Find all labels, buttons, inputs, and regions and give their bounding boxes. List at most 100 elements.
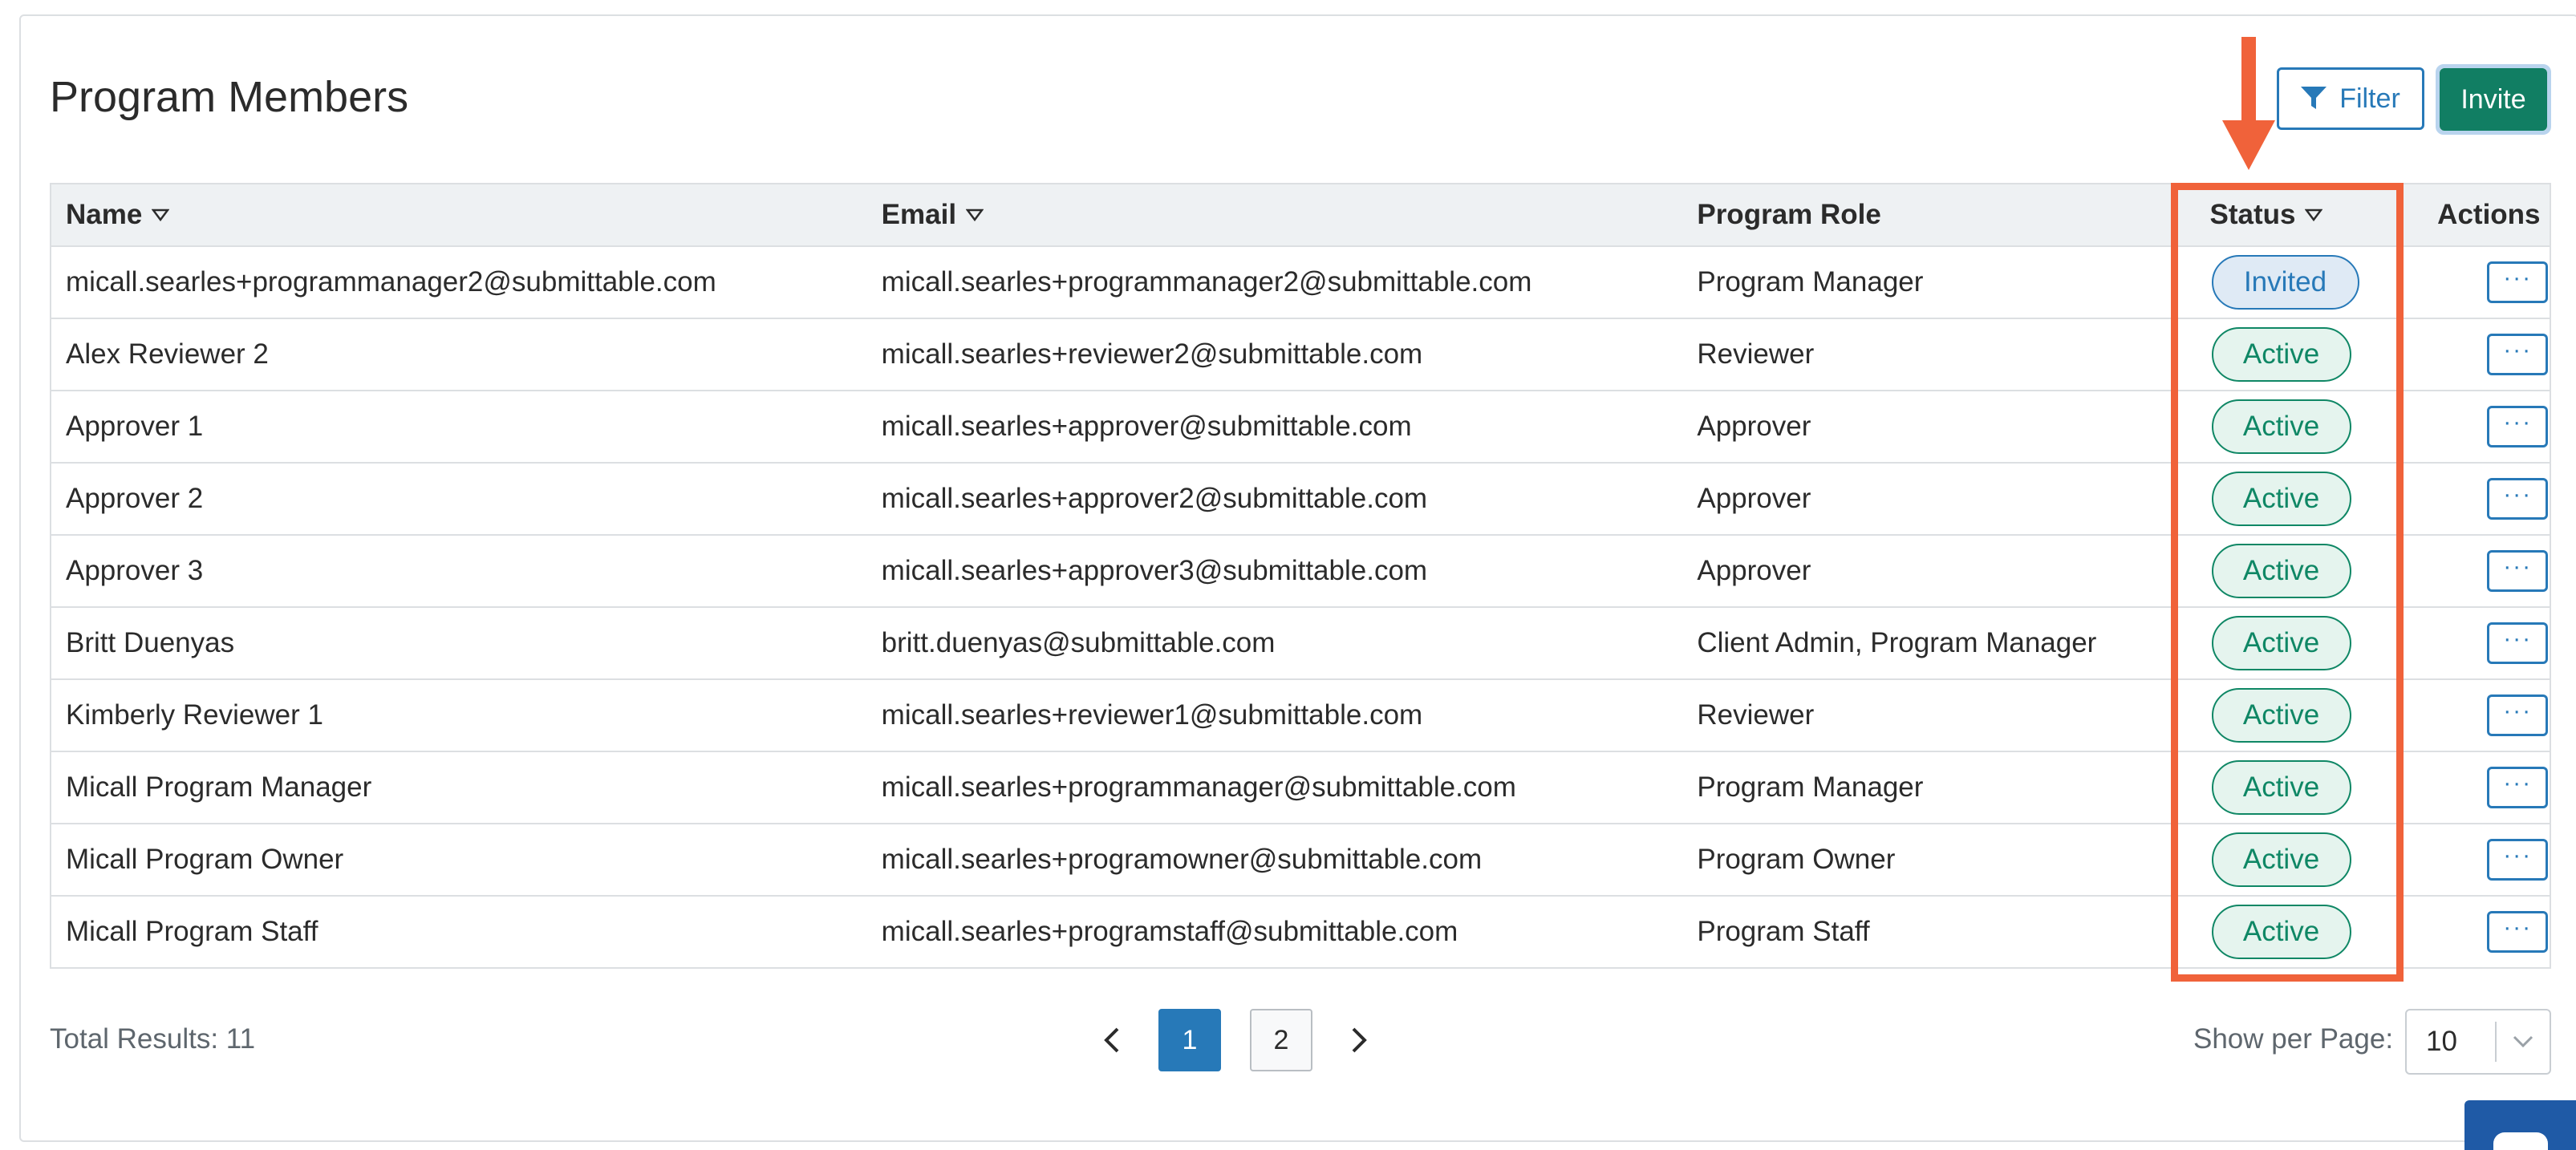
table-row: Britt Duenyas britt.duenyas@submittable.… bbox=[51, 608, 2550, 680]
per-page-select[interactable]: 10 bbox=[2405, 1009, 2551, 1075]
actions-cell: ··· bbox=[2413, 767, 2550, 808]
column-header-role: Program Role bbox=[1682, 199, 2195, 231]
member-role: Approver bbox=[1697, 555, 1811, 586]
row-actions-button[interactable]: ··· bbox=[2487, 406, 2549, 447]
table-row: Approver 1 micall.searles+approver@submi… bbox=[51, 391, 2550, 464]
members-table: Name Email Program Role Status Actions m… bbox=[50, 183, 2551, 969]
member-name: Kimberly Reviewer 1 bbox=[66, 699, 323, 731]
member-role: Approver bbox=[1697, 483, 1811, 514]
table-row: Alex Reviewer 2 micall.searles+reviewer2… bbox=[51, 319, 2550, 391]
invite-button-focus-ring: Invite bbox=[2436, 64, 2551, 135]
row-actions-button[interactable]: ··· bbox=[2487, 261, 2549, 303]
status-cell: Active bbox=[2196, 616, 2414, 670]
member-role: Program Manager bbox=[1697, 771, 1924, 803]
row-actions-button[interactable]: ··· bbox=[2487, 334, 2549, 375]
row-actions-button[interactable]: ··· bbox=[2487, 478, 2549, 520]
pagination: 1 2 bbox=[1080, 1009, 1391, 1071]
actions-cell: ··· bbox=[2413, 911, 2550, 953]
row-actions-button[interactable]: ··· bbox=[2487, 839, 2549, 881]
table-row: Micall Program Manager micall.searles+pr… bbox=[51, 752, 2550, 824]
column-header-actions-label: Actions bbox=[2437, 199, 2541, 230]
page-button-1[interactable]: 1 bbox=[1158, 1009, 1221, 1071]
table-row: Micall Program Staff micall.searles+prog… bbox=[51, 897, 2550, 969]
member-name: Micall Program Owner bbox=[66, 844, 344, 875]
member-email: micall.searles+reviewer1@submittable.com bbox=[881, 699, 1423, 731]
row-actions-button[interactable]: ··· bbox=[2487, 550, 2549, 592]
status-badge: Active bbox=[2211, 399, 2351, 454]
column-header-status[interactable]: Status bbox=[2196, 199, 2414, 231]
annotation-arrow bbox=[2222, 37, 2275, 170]
chevron-down-icon bbox=[2513, 1035, 2533, 1048]
status-cell: Active bbox=[2196, 688, 2414, 743]
member-role: Program Staff bbox=[1697, 916, 1870, 947]
member-email: micall.searles+approver@submittable.com bbox=[881, 411, 1412, 442]
status-cell: Active bbox=[2196, 399, 2414, 454]
actions-cell: ··· bbox=[2413, 694, 2550, 736]
sort-caret-icon bbox=[2305, 209, 2323, 221]
member-role: Reviewer bbox=[1697, 338, 1815, 370]
status-badge: Active bbox=[2211, 472, 2351, 526]
member-name: Approver 2 bbox=[66, 483, 204, 514]
member-name: micall.searles+programmanager2@submittab… bbox=[66, 266, 716, 298]
row-actions-button[interactable]: ··· bbox=[2487, 767, 2549, 808]
next-page-button[interactable] bbox=[1327, 1009, 1391, 1071]
member-email: micall.searles+approver3@submittable.com bbox=[881, 555, 1428, 586]
sort-caret-icon bbox=[152, 209, 170, 221]
member-role: Reviewer bbox=[1697, 699, 1815, 731]
member-name: Britt Duenyas bbox=[66, 627, 235, 658]
member-email: micall.searles+programmanager@submittabl… bbox=[881, 771, 1516, 803]
per-page-dropdown-toggle[interactable] bbox=[2497, 1035, 2550, 1049]
status-badge: Invited bbox=[2211, 255, 2359, 310]
status-badge: Active bbox=[2211, 832, 2351, 887]
column-header-name[interactable]: Name bbox=[51, 199, 867, 231]
table-row: Micall Program Owner micall.searles+prog… bbox=[51, 824, 2550, 897]
chevron-right-icon bbox=[1352, 1027, 1367, 1053]
status-cell: Active bbox=[2196, 544, 2414, 598]
previous-page-button[interactable] bbox=[1080, 1009, 1144, 1071]
page-title: Program Members bbox=[50, 73, 409, 121]
actions-cell: ··· bbox=[2413, 622, 2550, 664]
status-cell: Active bbox=[2196, 760, 2414, 815]
member-role: Client Admin, Program Manager bbox=[1697, 627, 2097, 658]
invite-button[interactable]: Invite bbox=[2440, 68, 2547, 131]
page-button-2[interactable]: 2 bbox=[1250, 1009, 1312, 1071]
status-cell: Active bbox=[2196, 472, 2414, 526]
status-cell: Active bbox=[2196, 832, 2414, 887]
column-header-name-label: Name bbox=[66, 199, 143, 230]
table-header-row: Name Email Program Role Status Actions bbox=[51, 184, 2550, 247]
member-role: Program Owner bbox=[1697, 844, 1896, 875]
status-badge: Active bbox=[2211, 760, 2351, 815]
member-email: micall.searles+programowner@submittable.… bbox=[881, 844, 1483, 875]
actions-cell: ··· bbox=[2413, 334, 2550, 375]
status-cell: Active bbox=[2196, 905, 2414, 959]
chevron-left-icon bbox=[1104, 1027, 1119, 1053]
member-email: micall.searles+programmanager2@submittab… bbox=[881, 266, 1532, 298]
column-header-role-label: Program Role bbox=[1697, 199, 1881, 230]
status-cell: Invited bbox=[2196, 255, 2414, 310]
member-role: Approver bbox=[1697, 411, 1811, 442]
column-header-email[interactable]: Email bbox=[867, 199, 1683, 231]
chat-icon bbox=[2493, 1132, 2548, 1150]
row-actions-button[interactable]: ··· bbox=[2487, 694, 2549, 736]
member-name: Micall Program Staff bbox=[66, 916, 318, 947]
table-row: Approver 2 micall.searles+approver2@subm… bbox=[51, 464, 2550, 536]
row-actions-button[interactable]: ··· bbox=[2487, 622, 2549, 664]
status-cell: Active bbox=[2196, 327, 2414, 382]
total-results: Total Results: 11 bbox=[50, 1023, 256, 1055]
member-email: britt.duenyas@submittable.com bbox=[881, 627, 1276, 658]
row-actions-button[interactable]: ··· bbox=[2487, 911, 2549, 953]
member-name: Alex Reviewer 2 bbox=[66, 338, 269, 370]
status-badge: Active bbox=[2211, 905, 2351, 959]
member-email: micall.searles+approver2@submittable.com bbox=[881, 483, 1428, 514]
member-role: Program Manager bbox=[1697, 266, 1924, 298]
filter-button[interactable]: Filter bbox=[2277, 67, 2424, 130]
table-row: Kimberly Reviewer 1 micall.searles+revie… bbox=[51, 680, 2550, 752]
member-email: micall.searles+reviewer2@submittable.com bbox=[881, 338, 1423, 370]
column-header-actions: Actions bbox=[2413, 199, 2550, 231]
column-header-status-label: Status bbox=[2209, 199, 2296, 230]
actions-cell: ··· bbox=[2413, 839, 2550, 881]
actions-cell: ··· bbox=[2413, 261, 2550, 303]
status-badge: Active bbox=[2211, 616, 2351, 670]
table-row: micall.searles+programmanager2@submittab… bbox=[51, 247, 2550, 319]
chat-launcher-button[interactable] bbox=[2464, 1100, 2576, 1150]
